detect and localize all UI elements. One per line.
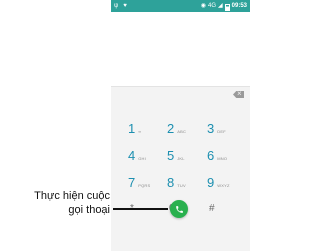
key-5[interactable]: 5 JKL	[167, 148, 207, 170]
key-star[interactable]: *	[130, 203, 170, 225]
call-button[interactable]	[170, 200, 188, 218]
key-4[interactable]: 4 GHI	[128, 148, 168, 170]
key-3[interactable]: 3 DEF	[207, 121, 247, 143]
key-8[interactable]: 8 TUV	[167, 175, 207, 197]
signal-icon: ◢	[218, 3, 223, 9]
usb-icon: ψ	[114, 3, 119, 9]
key-hash[interactable]: #	[209, 203, 249, 225]
status-time: 09:53	[231, 3, 247, 9]
battery-icon	[224, 3, 230, 11]
key-6[interactable]: 6 MNO	[207, 148, 247, 170]
network-label: 4G	[208, 3, 217, 9]
key-7[interactable]: 7 PQRS	[128, 175, 168, 197]
key-2[interactable]: 2 ABC	[167, 121, 207, 143]
vibrate-icon: ◉	[200, 3, 206, 9]
callout-line-2: gọi thoại	[68, 204, 110, 216]
digits-input[interactable]	[111, 86, 250, 108]
callout-label: Thực hiện cuộc gọi thoại	[2, 189, 110, 217]
callout-pointer-line	[113, 208, 168, 210]
voicemail-icon: ∞	[138, 129, 142, 134]
notification-icon: ♥	[123, 3, 127, 9]
callout-line-1: Thực hiện cuộc	[34, 190, 110, 202]
phone-icon	[175, 205, 183, 213]
key-9[interactable]: 9 WXYZ	[207, 175, 247, 197]
status-bar: ψ ♥ ◉ 4G ◢ 09:53	[111, 0, 250, 12]
dialed-number-area	[111, 12, 250, 86]
key-1[interactable]: 1 ∞	[128, 121, 168, 143]
